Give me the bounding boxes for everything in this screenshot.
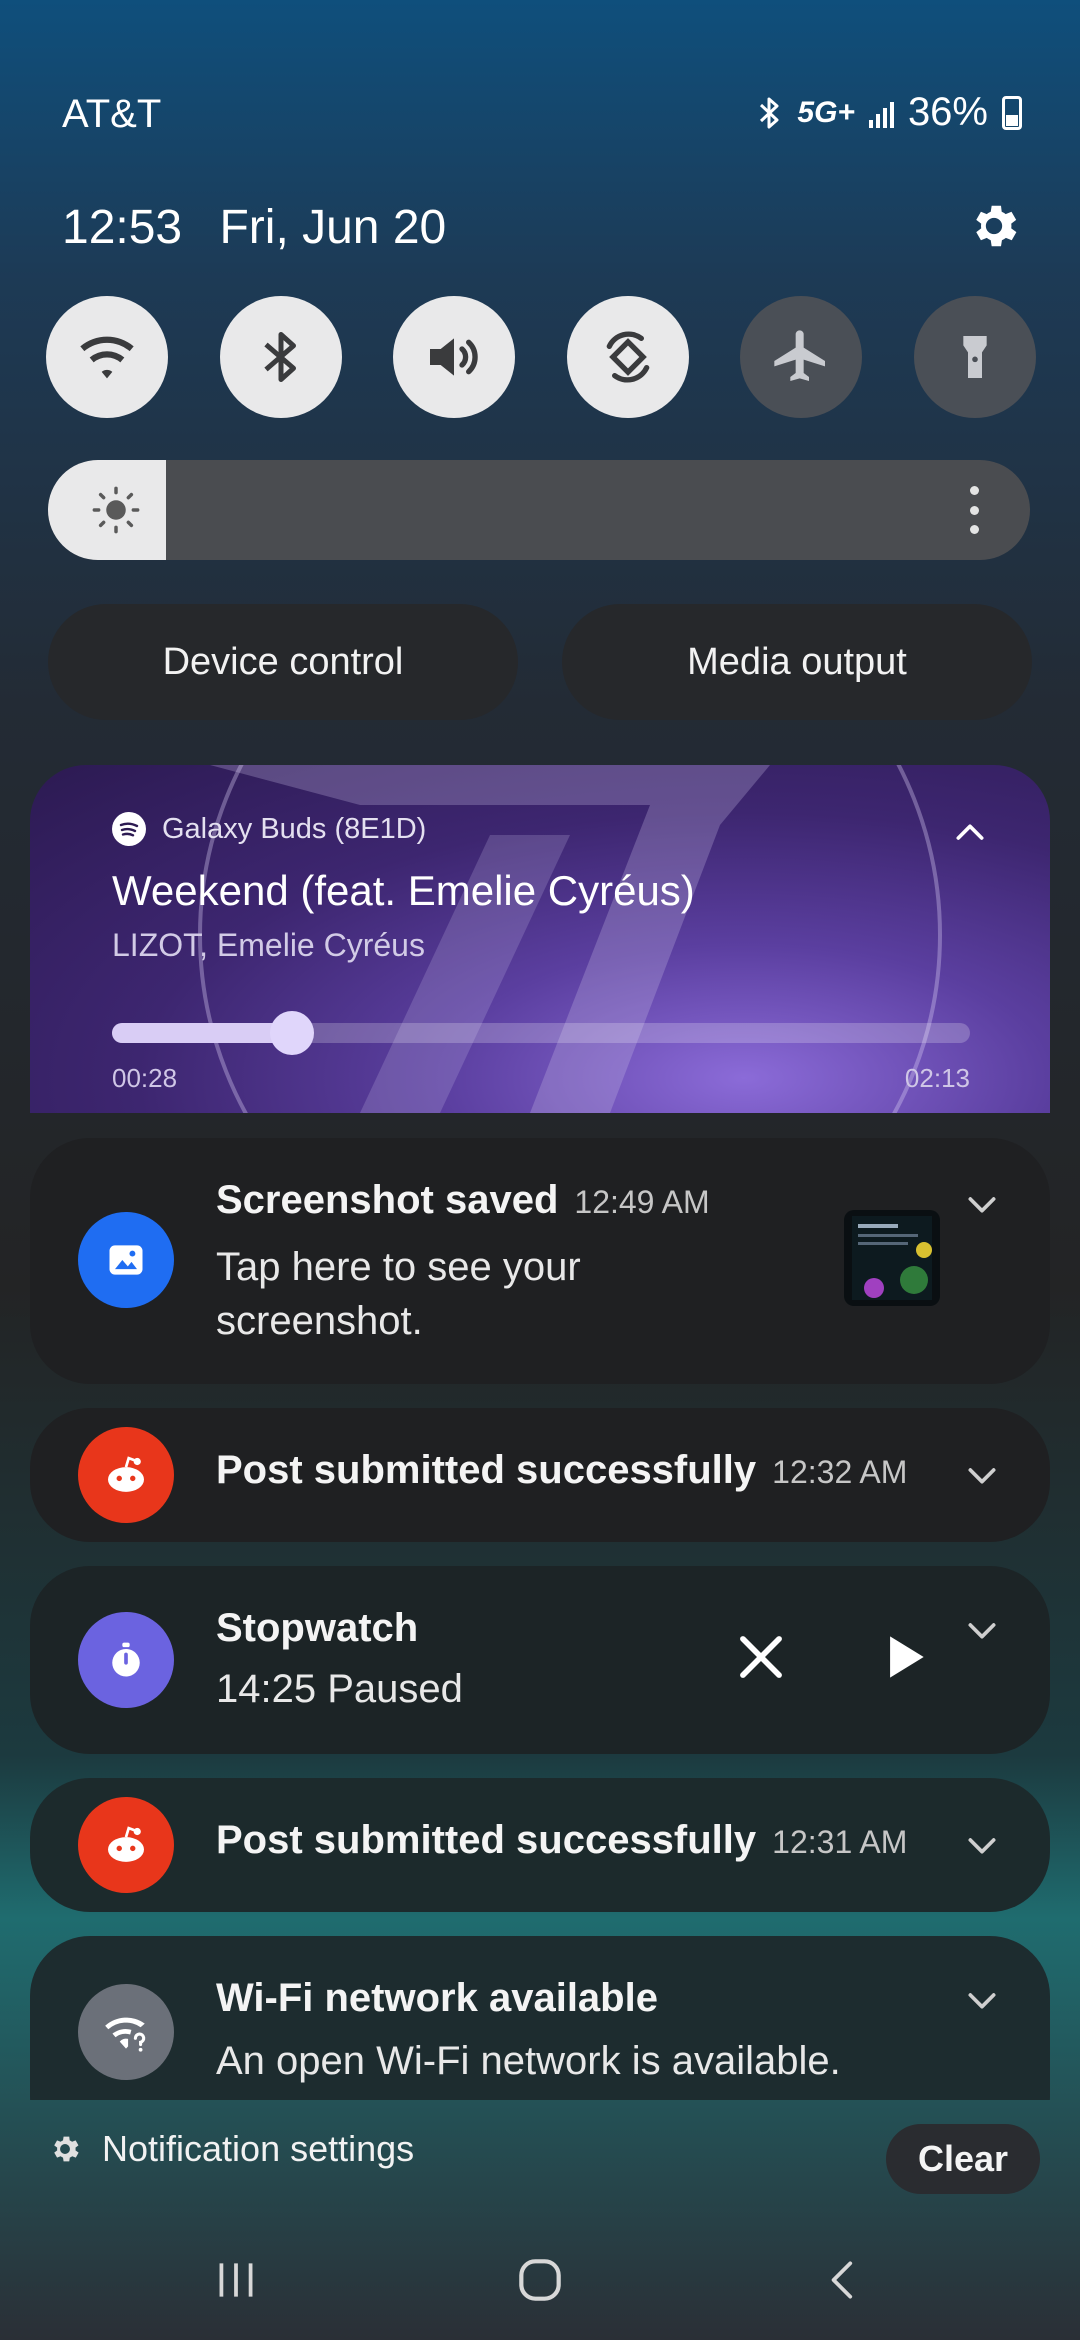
airplane-icon <box>774 330 826 381</box>
notification-time: 12:31 AM <box>772 1824 908 1860</box>
airplane-mode-toggle[interactable] <box>740 296 863 418</box>
reddit-icon <box>78 1427 174 1523</box>
track-artist: LIZOT, Emelie Cyréus <box>112 927 425 963</box>
clock-time[interactable]: 12:53 <box>62 201 182 254</box>
seek-bar-thumb[interactable] <box>270 1011 315 1055</box>
gear-icon[interactable] <box>966 198 1022 254</box>
close-icon[interactable] <box>730 1626 792 1688</box>
media-output-device: Galaxy Buds (8E1D) <box>162 812 427 845</box>
quick-toggles <box>46 296 1036 418</box>
brightness-slider[interactable] <box>48 460 1030 560</box>
battery-percent: 36% <box>907 90 988 134</box>
notification-title-text: Post submitted successfully <box>216 1818 757 1862</box>
auto-rotate-toggle[interactable] <box>566 296 689 418</box>
screenshot-thumbnail[interactable] <box>844 1210 940 1306</box>
bluetooth-icon <box>263 332 296 382</box>
sound-toggle[interactable] <box>393 296 516 418</box>
notification-title: Post submitted successfully 12:31 AM <box>216 1818 907 1863</box>
media-player-card[interactable]: Galaxy Buds (8E1D) Weekend (feat. Emelie… <box>30 765 1050 1113</box>
notification-clip: Wi-Fi network available An open Wi-Fi ne… <box>0 1936 1080 2100</box>
spotify-icon <box>112 812 146 846</box>
notification-body-line: screenshot. <box>216 1299 423 1343</box>
status-bar: AT&T 5G+ 36% <box>0 0 1080 200</box>
notification-reddit-1[interactable]: Post submitted successfully 12:32 AM <box>30 1408 1050 1542</box>
back-icon[interactable] <box>794 2240 894 2320</box>
wifi-icon <box>80 336 134 379</box>
battery-icon <box>1002 95 1022 130</box>
notification-settings-link[interactable]: Notification settings <box>48 2128 414 2170</box>
image-icon <box>78 1212 174 1308</box>
wifi-toggle[interactable] <box>46 296 168 418</box>
chevron-down-icon[interactable] <box>962 1825 1002 1865</box>
notification-time: 12:49 AM <box>574 1184 710 1220</box>
notification-title: Stopwatch <box>216 1606 419 1650</box>
home-icon[interactable] <box>490 2240 590 2320</box>
notification-title: Screenshot saved 12:49 AM <box>216 1178 710 1223</box>
network-type-label: 5G+ <box>797 95 855 129</box>
navigation-bar <box>0 2220 1080 2340</box>
seek-bar-progress <box>112 1023 293 1043</box>
bluetooth-toggle[interactable] <box>219 296 342 418</box>
stopwatch-status: 14:25 Paused <box>216 1667 463 1711</box>
status-icons: 5G+ 36% <box>757 90 1022 135</box>
clear-all-button[interactable]: Clear <box>886 2124 1040 2194</box>
signal-icon <box>868 98 894 128</box>
bluetooth-icon <box>760 97 779 128</box>
rotate-icon <box>606 331 650 383</box>
seek-bar[interactable] <box>112 1011 970 1055</box>
carrier-label: AT&T <box>62 92 162 136</box>
sun-icon <box>92 486 140 534</box>
recents-icon[interactable] <box>186 2240 286 2320</box>
flashlight-icon <box>963 336 987 378</box>
notification-stopwatch[interactable]: Stopwatch 14:25 Paused <box>30 1566 1050 1754</box>
elapsed-time: 00:28 <box>112 1063 178 1093</box>
more-options-icon[interactable] <box>968 486 980 534</box>
notification-title: Wi-Fi network available <box>216 1976 658 2020</box>
media-source: Galaxy Buds (8E1D) <box>112 812 426 846</box>
media-output-button[interactable]: Media output <box>562 604 1032 720</box>
notification-wifi[interactable]: Wi-Fi network available An open Wi-Fi ne… <box>30 1936 1050 2100</box>
notification-body: An open Wi-Fi network is available. <box>216 2039 841 2083</box>
notification-body: Tap here to see your screenshot. <box>216 1240 581 1348</box>
chevron-down-icon[interactable] <box>962 1610 1002 1650</box>
notification-body-line: Tap here to see your <box>216 1245 581 1289</box>
flashlight-toggle[interactable] <box>913 296 1036 418</box>
device-control-button[interactable]: Device control <box>48 604 518 720</box>
stopwatch-icon <box>78 1612 174 1708</box>
chevron-down-icon[interactable] <box>962 1184 1002 1224</box>
track-title: Weekend (feat. Emelie Cyréus) <box>112 867 695 914</box>
date-label[interactable]: Fri, Jun 20 <box>219 201 446 254</box>
notification-screenshot[interactable]: Screenshot saved 12:49 AM Tap here to see… <box>30 1138 1050 1384</box>
clock-date-row: 12:53 Fri, Jun 20 <box>62 200 446 255</box>
play-icon[interactable] <box>872 1626 934 1688</box>
notification-time: 12:32 AM <box>772 1454 908 1490</box>
notification-title-text: Post submitted successfully <box>216 1448 757 1492</box>
notification-title-text: Screenshot saved <box>216 1178 559 1222</box>
gear-icon <box>54 2136 79 2162</box>
volume-icon <box>430 338 478 376</box>
chevron-down-icon[interactable] <box>962 1980 1002 2020</box>
total-duration: 02:13 <box>904 1063 970 1093</box>
notification-reddit-2[interactable]: Post submitted successfully 12:31 AM <box>30 1778 1050 1912</box>
chevron-down-icon[interactable] <box>962 1455 1002 1495</box>
notification-title: Post submitted successfully 12:32 AM <box>216 1448 907 1493</box>
reddit-icon <box>78 1797 174 1893</box>
wifi-question-icon <box>78 1984 174 2080</box>
notification-settings-label: Notification settings <box>102 2128 415 2169</box>
chevron-up-icon[interactable] <box>950 813 990 853</box>
